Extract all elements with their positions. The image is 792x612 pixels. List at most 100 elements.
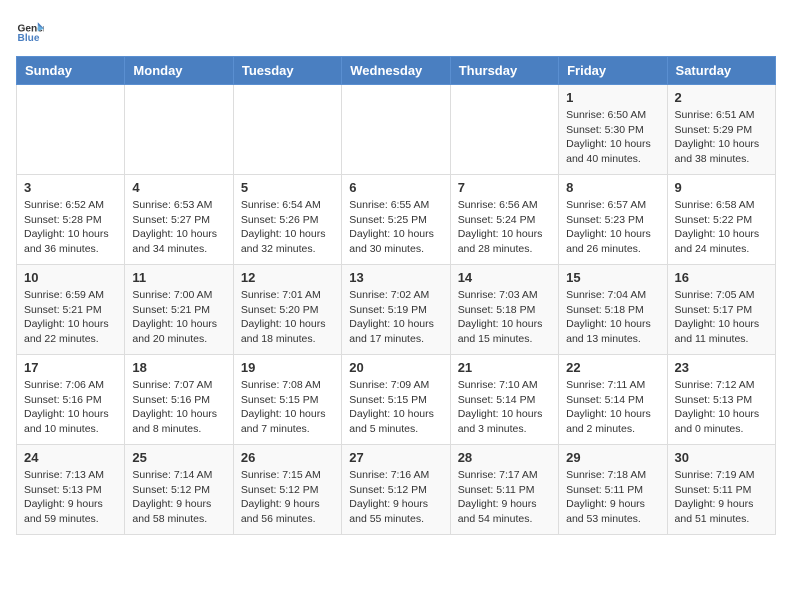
day-number: 9 xyxy=(675,180,768,195)
day-number: 16 xyxy=(675,270,768,285)
calendar-week-3: 10 Sunrise: 6:59 AM Sunset: 5:21 PM Dayli… xyxy=(17,265,776,355)
day-number: 12 xyxy=(241,270,334,285)
day-number: 29 xyxy=(566,450,659,465)
day-header-tuesday: Tuesday xyxy=(233,57,341,85)
calendar-cell: 14 Sunrise: 7:03 AM Sunset: 5:18 PM Dayli… xyxy=(450,265,558,355)
calendar-table: SundayMondayTuesdayWednesdayThursdayFrid… xyxy=(16,56,776,535)
calendar-cell: 1 Sunrise: 6:50 AM Sunset: 5:30 PM Daylig… xyxy=(559,85,667,175)
day-number: 14 xyxy=(458,270,551,285)
calendar-cell: 13Sunrise: 7:02 AM Sunset: 5:19 PM Dayli… xyxy=(342,265,450,355)
day-number: 23 xyxy=(675,360,768,375)
day-number: 13 xyxy=(349,270,442,285)
day-number: 19 xyxy=(241,360,334,375)
day-info: Sunrise: 6:54 AM Sunset: 5:26 PM Dayligh… xyxy=(241,198,334,257)
logo-icon: General Blue xyxy=(16,16,44,44)
calendar-cell: 19 Sunrise: 7:08 AM Sunset: 5:15 PM Dayli… xyxy=(233,355,341,445)
day-number: 25 xyxy=(132,450,225,465)
day-header-monday: Monday xyxy=(125,57,233,85)
day-info: Sunrise: 6:59 AM Sunset: 5:21 PM Dayligh… xyxy=(24,288,117,347)
day-number: 6 xyxy=(349,180,442,195)
calendar-cell: 26 Sunrise: 7:15 AM Sunset: 5:12 PM Dayli… xyxy=(233,445,341,535)
day-number: 28 xyxy=(458,450,551,465)
calendar-cell: 5 Sunrise: 6:54 AM Sunset: 5:26 PM Daylig… xyxy=(233,175,341,265)
calendar-cell: 28 Sunrise: 7:17 AM Sunset: 5:11 PM Dayli… xyxy=(450,445,558,535)
calendar-cell xyxy=(450,85,558,175)
calendar-week-5: 24 Sunrise: 7:13 AM Sunset: 5:13 PM Dayli… xyxy=(17,445,776,535)
day-info: Sunrise: 7:03 AM Sunset: 5:18 PM Dayligh… xyxy=(458,288,551,347)
calendar-cell: 3 Sunrise: 6:52 AM Sunset: 5:28 PM Daylig… xyxy=(17,175,125,265)
calendar-cell: 22Sunrise: 7:11 AM Sunset: 5:14 PM Dayli… xyxy=(559,355,667,445)
day-number: 27 xyxy=(349,450,442,465)
day-number: 4 xyxy=(132,180,225,195)
day-number: 17 xyxy=(24,360,117,375)
day-info: Sunrise: 7:09 AM Sunset: 5:15 PM Dayligh… xyxy=(349,378,442,437)
day-info: Sunrise: 6:53 AM Sunset: 5:27 PM Dayligh… xyxy=(132,198,225,257)
calendar-cell: 10 Sunrise: 6:59 AM Sunset: 5:21 PM Dayli… xyxy=(17,265,125,355)
day-info: Sunrise: 7:18 AM Sunset: 5:11 PM Dayligh… xyxy=(566,468,659,527)
day-info: Sunrise: 7:17 AM Sunset: 5:11 PM Dayligh… xyxy=(458,468,551,527)
calendar-cell xyxy=(342,85,450,175)
calendar-cell xyxy=(125,85,233,175)
calendar-week-4: 17 Sunrise: 7:06 AM Sunset: 5:16 PM Dayli… xyxy=(17,355,776,445)
calendar-cell: 17 Sunrise: 7:06 AM Sunset: 5:16 PM Dayli… xyxy=(17,355,125,445)
day-number: 10 xyxy=(24,270,117,285)
calendar-cell: 30Sunrise: 7:19 AM Sunset: 5:11 PM Dayli… xyxy=(667,445,775,535)
calendar-cell: 18 Sunrise: 7:07 AM Sunset: 5:16 PM Dayli… xyxy=(125,355,233,445)
day-info: Sunrise: 7:15 AM Sunset: 5:12 PM Dayligh… xyxy=(241,468,334,527)
calendar-week-1: 1 Sunrise: 6:50 AM Sunset: 5:30 PM Daylig… xyxy=(17,85,776,175)
calendar-cell: 8Sunrise: 6:57 AM Sunset: 5:23 PM Daylig… xyxy=(559,175,667,265)
day-info: Sunrise: 6:50 AM Sunset: 5:30 PM Dayligh… xyxy=(566,108,659,167)
calendar-cell: 21Sunrise: 7:10 AM Sunset: 5:14 PM Dayli… xyxy=(450,355,558,445)
day-number: 26 xyxy=(241,450,334,465)
calendar-cell: 9Sunrise: 6:58 AM Sunset: 5:22 PM Daylig… xyxy=(667,175,775,265)
day-info: Sunrise: 7:07 AM Sunset: 5:16 PM Dayligh… xyxy=(132,378,225,437)
calendar-cell: 2Sunrise: 6:51 AM Sunset: 5:29 PM Daylig… xyxy=(667,85,775,175)
day-info: Sunrise: 7:12 AM Sunset: 5:13 PM Dayligh… xyxy=(675,378,768,437)
day-number: 24 xyxy=(24,450,117,465)
day-info: Sunrise: 6:52 AM Sunset: 5:28 PM Dayligh… xyxy=(24,198,117,257)
calendar-cell: 16 Sunrise: 7:05 AM Sunset: 5:17 PM Dayli… xyxy=(667,265,775,355)
calendar-cell: 11 Sunrise: 7:00 AM Sunset: 5:21 PM Dayli… xyxy=(125,265,233,355)
calendar-cell: 4 Sunrise: 6:53 AM Sunset: 5:27 PM Daylig… xyxy=(125,175,233,265)
day-info: Sunrise: 7:13 AM Sunset: 5:13 PM Dayligh… xyxy=(24,468,117,527)
day-header-sunday: Sunday xyxy=(17,57,125,85)
day-number: 8 xyxy=(566,180,659,195)
day-number: 15 xyxy=(566,270,659,285)
day-info: Sunrise: 7:06 AM Sunset: 5:16 PM Dayligh… xyxy=(24,378,117,437)
calendar-cell: 6 Sunrise: 6:55 AM Sunset: 5:25 PM Daylig… xyxy=(342,175,450,265)
day-info: Sunrise: 7:00 AM Sunset: 5:21 PM Dayligh… xyxy=(132,288,225,347)
day-info: Sunrise: 7:10 AM Sunset: 5:14 PM Dayligh… xyxy=(458,378,551,437)
day-number: 3 xyxy=(24,180,117,195)
day-number: 11 xyxy=(132,270,225,285)
logo: General Blue xyxy=(16,16,48,44)
calendar-cell: 7 Sunrise: 6:56 AM Sunset: 5:24 PM Daylig… xyxy=(450,175,558,265)
day-number: 5 xyxy=(241,180,334,195)
calendar-cell: 23 Sunrise: 7:12 AM Sunset: 5:13 PM Dayli… xyxy=(667,355,775,445)
day-info: Sunrise: 6:55 AM Sunset: 5:25 PM Dayligh… xyxy=(349,198,442,257)
calendar-week-2: 3 Sunrise: 6:52 AM Sunset: 5:28 PM Daylig… xyxy=(17,175,776,265)
day-info: Sunrise: 7:04 AM Sunset: 5:18 PM Dayligh… xyxy=(566,288,659,347)
calendar-cell xyxy=(17,85,125,175)
calendar-cell: 25Sunrise: 7:14 AM Sunset: 5:12 PM Dayli… xyxy=(125,445,233,535)
page-header: General Blue xyxy=(16,16,776,44)
day-info: Sunrise: 7:19 AM Sunset: 5:11 PM Dayligh… xyxy=(675,468,768,527)
day-info: Sunrise: 7:01 AM Sunset: 5:20 PM Dayligh… xyxy=(241,288,334,347)
calendar-cell: 29 Sunrise: 7:18 AM Sunset: 5:11 PM Dayli… xyxy=(559,445,667,535)
day-header-thursday: Thursday xyxy=(450,57,558,85)
day-info: Sunrise: 7:08 AM Sunset: 5:15 PM Dayligh… xyxy=(241,378,334,437)
day-info: Sunrise: 7:05 AM Sunset: 5:17 PM Dayligh… xyxy=(675,288,768,347)
day-header-wednesday: Wednesday xyxy=(342,57,450,85)
calendar-cell: 27Sunrise: 7:16 AM Sunset: 5:12 PM Dayli… xyxy=(342,445,450,535)
day-info: Sunrise: 6:51 AM Sunset: 5:29 PM Dayligh… xyxy=(675,108,768,167)
calendar-cell: 15 Sunrise: 7:04 AM Sunset: 5:18 PM Dayli… xyxy=(559,265,667,355)
calendar-cell xyxy=(233,85,341,175)
day-header-friday: Friday xyxy=(559,57,667,85)
day-number: 18 xyxy=(132,360,225,375)
day-info: Sunrise: 6:56 AM Sunset: 5:24 PM Dayligh… xyxy=(458,198,551,257)
calendar-cell: 24 Sunrise: 7:13 AM Sunset: 5:13 PM Dayli… xyxy=(17,445,125,535)
day-number: 7 xyxy=(458,180,551,195)
day-info: Sunrise: 7:11 AM Sunset: 5:14 PM Dayligh… xyxy=(566,378,659,437)
day-number: 1 xyxy=(566,90,659,105)
svg-text:Blue: Blue xyxy=(18,33,40,44)
day-number: 20 xyxy=(349,360,442,375)
